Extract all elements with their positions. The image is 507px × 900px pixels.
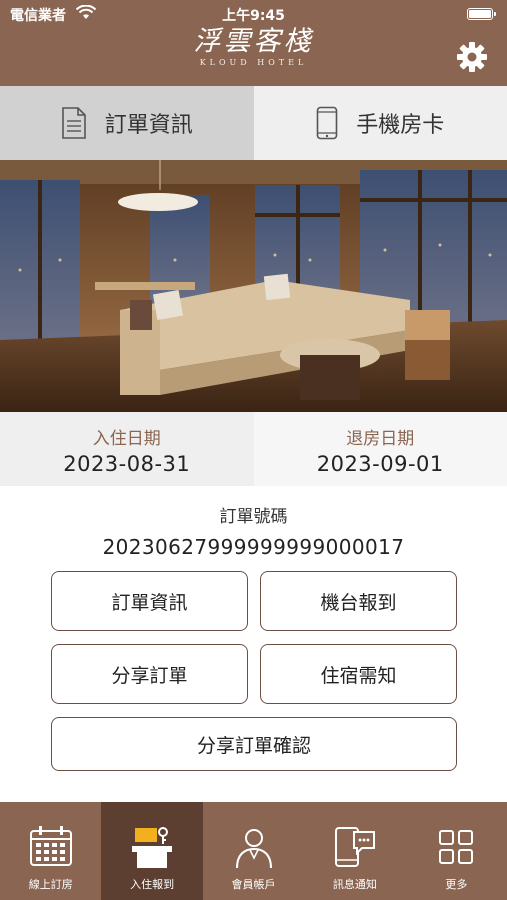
checkout-label: 退房日期 — [346, 429, 415, 449]
calendar-icon — [29, 826, 72, 866]
checkout-date: 2023-09-01 — [316, 452, 444, 476]
order-info-button[interactable]: 訂單資訊 — [51, 571, 248, 631]
stay-notice-button[interactable]: 住宿需知 — [260, 644, 457, 704]
top-tabs: 訂單資訊 手機房卡 — [0, 86, 507, 160]
battery-icon — [467, 8, 496, 20]
bottom-nav: 線上訂房 入住報到 會員帳戶 訊息通知 更多 — [0, 802, 507, 900]
nav-label-more: 更多 — [445, 878, 468, 891]
member-icon — [235, 829, 272, 869]
share-order-button[interactable]: 分享訂單 — [51, 644, 248, 704]
logo-text-cn: 浮雲客棧 — [193, 26, 314, 57]
nav-item-online-booking[interactable]: 線上訂房 — [0, 802, 101, 900]
share-order-confirm-button[interactable]: 分享訂單確認 — [51, 717, 457, 771]
front-desk-icon — [132, 827, 173, 868]
document-icon — [61, 107, 86, 139]
nav-item-more[interactable]: 更多 — [406, 802, 507, 900]
status-bar: 電信業者 上午9:45 — [0, 0, 507, 26]
tab-mobile-key-label: 手機房卡 — [356, 113, 445, 138]
nav-label-notifications: 訊息通知 — [332, 878, 377, 891]
hotel-logo: 浮雲客棧 KLOUD HOTEL — [0, 26, 507, 67]
kiosk-checkin-button[interactable]: 機台報到 — [260, 571, 457, 631]
message-icon — [334, 827, 375, 867]
logo-text-en: KLOUD HOTEL — [199, 58, 308, 67]
hotel-room-photo — [0, 160, 507, 412]
checkin-label: 入住日期 — [92, 429, 161, 449]
nav-item-member-account[interactable]: 會員帳戶 — [203, 802, 304, 900]
status-time: 上午9:45 — [222, 8, 285, 24]
nav-label-checkin: 入住報到 — [130, 878, 175, 891]
tab-order-info-label: 訂單資訊 — [104, 113, 193, 138]
checkout-box: 退房日期 2023-09-01 — [253, 412, 507, 486]
order-number-value: 20230627999999999000017 — [102, 535, 405, 559]
tab-mobile-key[interactable]: 手機房卡 — [253, 86, 507, 160]
nav-label-online-booking: 線上訂房 — [28, 878, 73, 891]
nav-label-member-account: 會員帳戶 — [231, 878, 276, 891]
gear-icon[interactable] — [455, 40, 489, 74]
tab-order-info[interactable]: 訂單資訊 — [0, 86, 254, 160]
nav-item-notifications[interactable]: 訊息通知 — [304, 802, 405, 900]
phone-icon — [316, 106, 338, 140]
checkin-box: 入住日期 2023-08-31 — [0, 412, 254, 486]
grid-icon — [439, 830, 474, 864]
checkin-date: 2023-08-31 — [63, 452, 191, 476]
order-number-section: 訂單號碼 20230627999999999000017 — [0, 502, 507, 559]
order-number-label: 訂單號碼 — [219, 507, 288, 527]
app-header: 電信業者 上午9:45 浮雲客棧 KLOUD HOTEL — [0, 0, 507, 86]
nav-item-checkin[interactable]: 入住報到 — [101, 802, 203, 900]
stay-dates: 入住日期 2023-08-31 退房日期 2023-09-01 — [0, 412, 507, 486]
